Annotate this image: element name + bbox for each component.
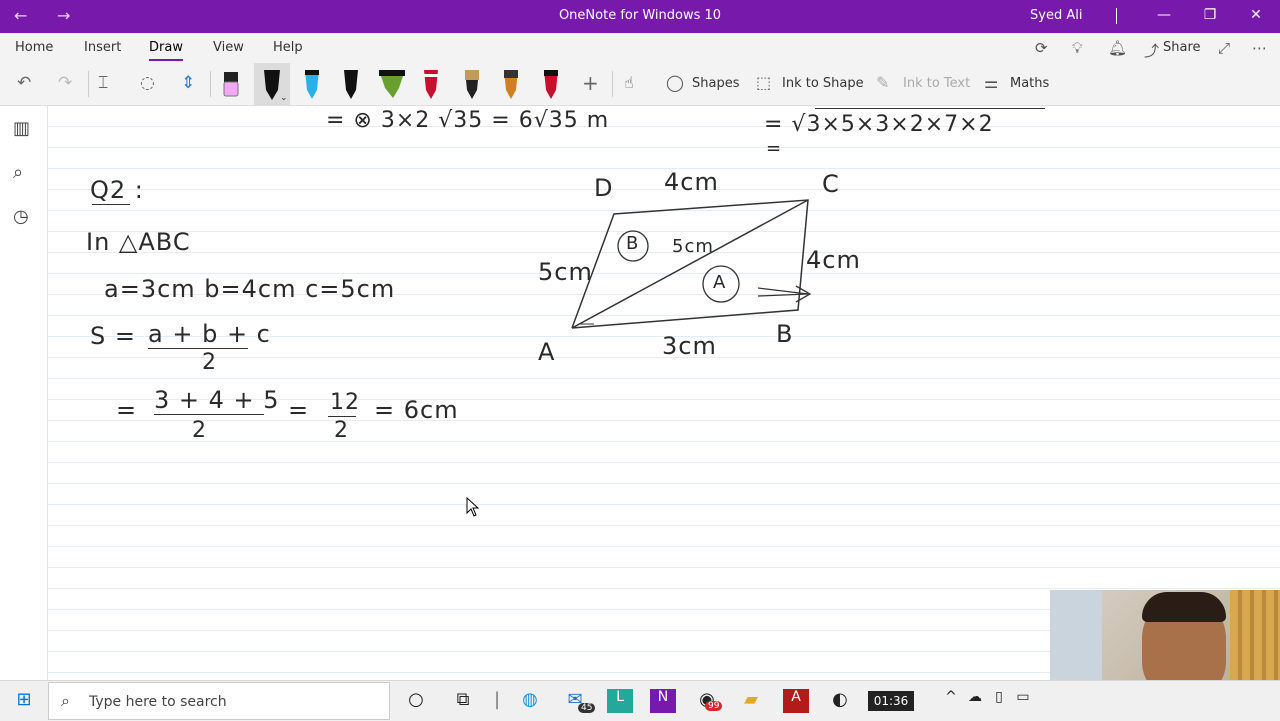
share-button[interactable]: Share [1163,40,1201,55]
taskbar: ⊞ ⌕ Type here to search ○ ⧉ | ◍ ✉ 45 L N… [0,680,1280,721]
tab-draw[interactable]: Draw [149,40,183,61]
pencil-orange-icon[interactable] [501,66,521,102]
task-view-icon[interactable]: ⧉ [450,689,476,713]
vertex-a-label: A [538,338,556,366]
battery-icon[interactable]: ▭ [1010,689,1036,713]
vertex-b-label: B [776,320,794,348]
pencil-black-icon[interactable] [462,66,482,102]
pen-red-2-icon[interactable] [541,66,561,102]
title-divider [1116,8,1117,24]
whatsapp-badge: 99 [705,701,723,711]
obs-icon[interactable]: ◐ [827,689,853,713]
ink-to-shape-button[interactable]: Ink to Shape [782,76,864,91]
ribbon-tabs: Home Insert Draw View Help ⟳ 💡︎ 🔔︎ ⤴ Sha… [0,33,1280,63]
more-icon[interactable]: ⋯ [1252,39,1267,57]
toolbar-divider [88,71,89,97]
bell-icon[interactable]: 🔔︎ [1108,39,1127,57]
toolbar-divider [612,71,613,97]
tab-home[interactable]: Home [15,40,53,55]
restore-icon[interactable]: ❐ [1200,7,1220,23]
notebooks-icon[interactable]: ▥ [13,118,30,139]
webcam-hair [1142,592,1226,622]
onedrive-icon[interactable]: ☁ [962,689,988,713]
cortana-icon[interactable]: ○ [403,689,429,713]
diagonal-label: 5cm [672,236,714,257]
redo-icon[interactable]: ↷ [58,73,72,93]
highlighter-pink-icon[interactable] [220,66,242,102]
taskbar-search[interactable]: ⌕ Type here to search [48,682,390,720]
lightbulb-icon[interactable]: 💡︎ [1072,39,1083,57]
shapes-button[interactable]: Shapes [692,76,739,91]
pen-red-icon[interactable] [421,66,441,102]
search-icon: ⌕ [61,691,70,710]
lync-icon[interactable]: L [607,689,633,713]
lasso-select-icon[interactable]: ◌ [140,73,155,93]
window-title: OneNote for Windows 10 [558,8,722,23]
mail-badge: 45 [578,703,596,713]
close-icon[interactable]: ✕ [1246,7,1266,23]
add-pen-icon[interactable]: + [582,71,599,95]
add-space-icon[interactable]: ⇕ [181,73,195,93]
pen-blue-icon[interactable] [302,66,322,102]
undo-icon[interactable]: ↶ [17,73,31,93]
top-side-label: 4cm [664,168,719,196]
ink-to-text-icon[interactable]: ✎ [876,73,889,92]
share-icon[interactable]: ⤴ [1144,40,1159,61]
highlighter-green-icon[interactable] [377,66,407,102]
minimize-icon[interactable]: — [1154,7,1174,23]
tab-view[interactable]: View [213,40,244,55]
ink-to-shape-icon[interactable]: ⬚ [756,73,771,92]
windows-start-icon[interactable]: ⊞ [11,689,37,713]
toolbar-divider [210,71,211,97]
onenote-icon[interactable]: N [650,689,676,713]
region-a-label: A [713,272,727,293]
user-name[interactable]: Syed Ali [1030,8,1082,23]
tray-chevron-icon[interactable]: ^ [938,689,964,713]
type-select-icon[interactable]: ⌶ [98,73,108,93]
region-b-label: B [626,233,640,254]
mouse-cursor-icon [466,497,480,517]
taskbar-divider-icon: | [493,689,501,710]
pen-black-selected-icon[interactable]: ⌄ [260,66,286,102]
vertex-d-label: D [594,174,614,202]
acrobat-icon[interactable]: A [783,689,809,713]
right-side-label: 4cm [806,246,861,274]
bottom-side-label: 3cm [662,332,717,360]
svg-text:⌄: ⌄ [280,93,286,102]
edge-browser-icon[interactable]: ◍ [517,689,543,713]
tab-insert[interactable]: Insert [84,40,121,55]
recent-clock-icon[interactable]: ◷ [13,206,29,227]
title-bar: ← → OneNote for Windows 10 Syed Ali — ❐ … [0,0,1280,33]
search-icon[interactable]: ⌕ [13,162,23,183]
pen-black-icon[interactable] [341,66,361,102]
shapes-icon[interactable]: ◯ [666,73,684,92]
maths-icon[interactable]: ⚌ [984,73,998,92]
file-explorer-icon[interactable]: ▰ [738,689,764,713]
usb-icon[interactable]: ▯ [986,689,1012,713]
ink-to-text-button[interactable]: Ink to Text [903,76,970,91]
maths-button[interactable]: Maths [1010,76,1049,91]
ink-replay-icon[interactable]: ☝ [624,73,634,92]
sync-icon[interactable]: ⟳ [1035,39,1048,57]
taskbar-clock[interactable]: 01:36 [868,691,914,711]
expand-icon[interactable]: ⤢ [1218,39,1230,57]
draw-toolbar: ↶ ↷ ⌶ ◌ ⇕ ⌄ + ☝ ◯ Shapes ⬚ Ink to Shape … [0,63,1280,106]
left-nav: ▥ ⌕ ◷ [0,106,48,680]
vertex-c-label: C [822,170,840,198]
tab-help[interactable]: Help [273,40,303,55]
left-side-label: 5cm [538,258,593,286]
search-placeholder: Type here to search [89,694,227,710]
